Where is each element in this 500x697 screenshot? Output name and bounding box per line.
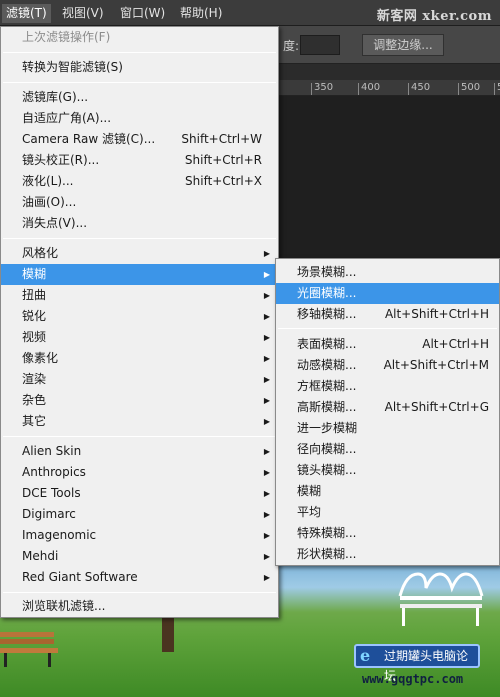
menu-item-browse-online-filters[interactable]: 浏览联机滤镜... [1,596,278,617]
menu-item-digimarc[interactable]: Digimarc ▶ [1,504,278,525]
menu-separator [3,592,276,593]
submenu-arrow-icon: ▶ [263,447,270,456]
menu-item-dce-tools[interactable]: DCE Tools ▶ [1,483,278,504]
submenu-arrow-icon: ▶ [263,375,270,384]
menu-separator [3,436,276,437]
menu-item-mehdi[interactable]: Mehdi ▶ [1,546,278,567]
menu-help[interactable]: 帮助(H) [176,4,226,23]
submenu-arrow-icon: ▶ [263,291,270,300]
forum-logo: e 过期罐头电脑论坛 [354,644,480,683]
submenu-item-tilt-shift[interactable]: 移轴模糊... Alt+Shift+Ctrl+H [276,304,499,325]
submenu-item-box-blur[interactable]: 方框模糊... [276,376,499,397]
submenu-item-shape-blur[interactable]: 形状模糊... [276,544,499,565]
submenu-item-lens-blur[interactable]: 镜头模糊... [276,460,499,481]
menu-item-liquify[interactable]: 液化(L)... Shift+Ctrl+X [1,171,278,192]
menu-separator [278,328,497,329]
submenu-item-gaussian-blur[interactable]: 高斯模糊... Alt+Shift+Ctrl+G [276,397,499,418]
menu-item-blur[interactable]: 模糊 ▶ [1,264,278,285]
filter-dropdown-menu: 上次滤镜操作(F) 转换为智能滤镜(S) 滤镜库(G)... 自适应广角(A).… [0,26,279,618]
ruler-tick: 350 [311,83,333,95]
menu-window[interactable]: 窗口(W) [116,4,169,23]
menu-item-convert-smart-filter[interactable]: 转换为智能滤镜(S) [1,57,278,78]
menu-item-noise[interactable]: 杂色 ▶ [1,390,278,411]
submenu-item-average[interactable]: 平均 [276,502,499,523]
submenu-arrow-icon: ▶ [263,531,270,540]
menu-item-filter-gallery[interactable]: 滤镜库(G)... [1,87,278,108]
menu-item-other[interactable]: 其它 ▶ [1,411,278,432]
white-bench-image [398,572,484,626]
menu-item-video[interactable]: 视频 ▶ [1,327,278,348]
menu-separator [3,238,276,239]
menu-item-imagenomic[interactable]: Imagenomic ▶ [1,525,278,546]
menu-item-alien-skin[interactable]: Alien Skin ▶ [1,441,278,462]
menu-item-camera-raw[interactable]: Camera Raw 滤镜(C)... Shift+Ctrl+W [1,129,278,150]
ruler-tick: 400 [358,83,380,95]
submenu-arrow-icon: ▶ [263,270,270,279]
submenu-arrow-icon: ▶ [263,573,270,582]
submenu-item-field-blur[interactable]: 场景模糊... [276,262,499,283]
refine-edge-button[interactable]: 调整边缘... [362,34,444,56]
submenu-arrow-icon: ▶ [263,417,270,426]
menu-item-stylize[interactable]: 风格化 ▶ [1,243,278,264]
submenu-arrow-icon: ▶ [263,312,270,321]
submenu-arrow-icon: ▶ [263,489,270,498]
menu-item-vanishing-point[interactable]: 消失点(V)... [1,213,278,234]
menu-item-anthropics[interactable]: Anthropics ▶ [1,462,278,483]
wooden-bench-image [0,632,58,667]
menu-separator [3,82,276,83]
menu-item-pixelate[interactable]: 像素化 ▶ [1,348,278,369]
submenu-arrow-icon: ▶ [263,468,270,477]
submenu-item-motion-blur[interactable]: 动感模糊... Alt+Shift+Ctrl+M [276,355,499,376]
submenu-item-blur-more[interactable]: 进一步模糊 [276,418,499,439]
ruler-tick: 550 [494,83,500,95]
submenu-item-blur[interactable]: 模糊 [276,481,499,502]
submenu-item-smart-blur[interactable]: 特殊模糊... [276,523,499,544]
ruler-tick: 450 [408,83,430,95]
ruler-tick: 500 [458,83,480,95]
menu-item-distort[interactable]: 扭曲 ▶ [1,285,278,306]
menu-item-red-giant[interactable]: Red Giant Software ▶ [1,567,278,588]
submenu-arrow-icon: ▶ [263,552,270,561]
tree-trunk [162,616,174,652]
submenu-arrow-icon: ▶ [263,396,270,405]
submenu-item-iris-blur[interactable]: 光圈模糊... [276,283,499,304]
menu-view[interactable]: 视图(V) [58,4,108,23]
menubar: 滤镜(T) 视图(V) 窗口(W) 帮助(H) 新客网 xker.com [0,0,500,26]
forum-url: www.gqgtpc.com [362,672,464,686]
option-value-field[interactable] [300,35,340,55]
menu-item-lens-correction[interactable]: 镜头校正(R)... Shift+Ctrl+R [1,150,278,171]
menu-item-render[interactable]: 渲染 ▶ [1,369,278,390]
watermark-text: 新客网 xker.com [376,9,492,24]
menu-item-sharpen[interactable]: 锐化 ▶ [1,306,278,327]
submenu-item-radial-blur[interactable]: 径向模糊... [276,439,499,460]
submenu-item-surface-blur[interactable]: 表面模糊... Alt+Ctrl+H [276,334,499,355]
menu-filter[interactable]: 滤镜(T) [2,4,51,23]
blur-submenu: 场景模糊... 光圈模糊... 移轴模糊... Alt+Shift+Ctrl+H … [275,258,500,566]
submenu-arrow-icon: ▶ [263,510,270,519]
submenu-arrow-icon: ▶ [263,333,270,342]
menu-item-adaptive-wide-angle[interactable]: 自适应广角(A)... [1,108,278,129]
submenu-arrow-icon: ▶ [263,354,270,363]
option-label: 度: [283,39,300,53]
browser-e-icon: e [360,646,371,665]
menu-item-oil-paint[interactable]: 油画(O)... [1,192,278,213]
menu-item-last-filter[interactable]: 上次滤镜操作(F) [1,27,278,48]
menu-separator [3,52,276,53]
submenu-arrow-icon: ▶ [263,249,270,258]
